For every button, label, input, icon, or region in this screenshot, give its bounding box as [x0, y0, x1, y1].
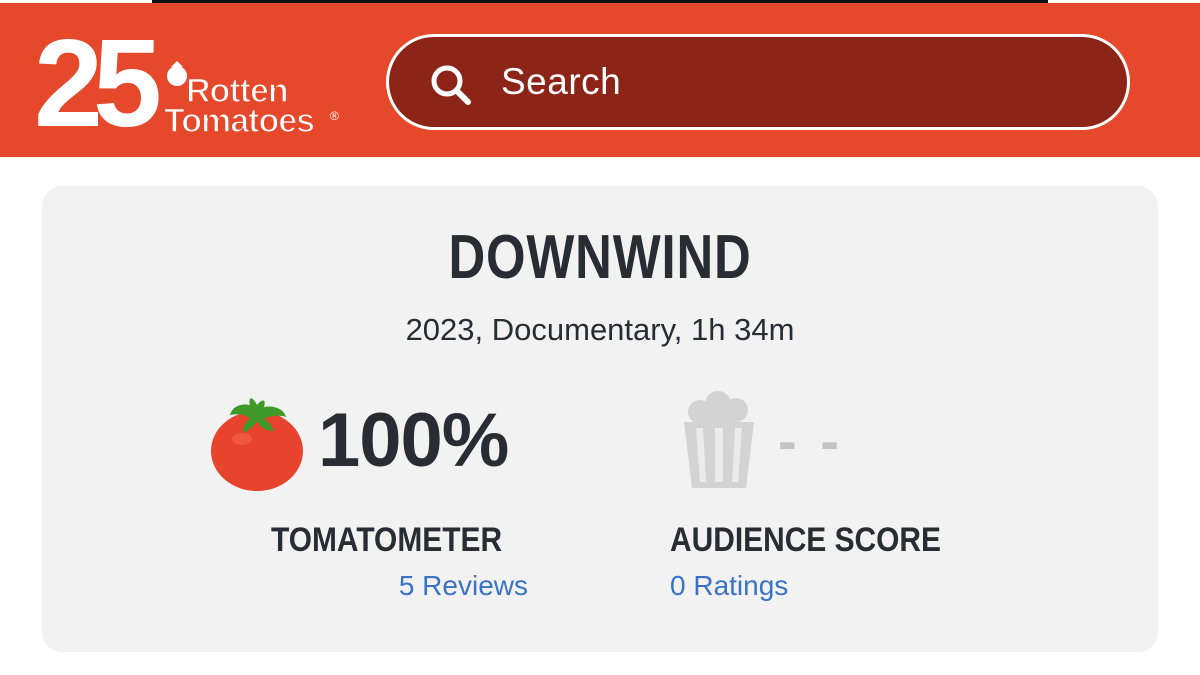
audience-score-label: AUDIENCE SCORE — [670, 521, 941, 559]
audience-score: - - — [778, 409, 843, 472]
search-bar[interactable] — [386, 34, 1130, 130]
search-icon[interactable] — [429, 63, 473, 107]
fresh-tomato-icon — [211, 398, 303, 491]
logo-graphic: 25 Rotten Tomatoes ® — [34, 30, 339, 134]
logo-registered-mark: ® — [330, 109, 339, 123]
movie-meta: 2023, Documentary, 1h 34m — [405, 312, 795, 347]
tomatometer-label: TOMATOMETER — [271, 521, 503, 559]
rotten-tomatoes-25-logo[interactable]: 25 Rotten Tomatoes ® — [34, 30, 346, 134]
logo-anniversary-number: 25 — [34, 30, 159, 134]
search-input[interactable] — [501, 52, 1061, 112]
ratings-count-link[interactable]: 0 Ratings — [670, 566, 788, 606]
logo-brand-line2: Tomatoes — [164, 102, 314, 134]
site-header: 25 Rotten Tomatoes ® — [0, 3, 1200, 157]
reviews-count-link[interactable]: 5 Reviews — [399, 566, 528, 606]
empty-popcorn-icon — [684, 391, 754, 488]
tomatometer-score: 100% — [318, 398, 509, 483]
movie-title: DOWNWIND — [448, 223, 752, 292]
